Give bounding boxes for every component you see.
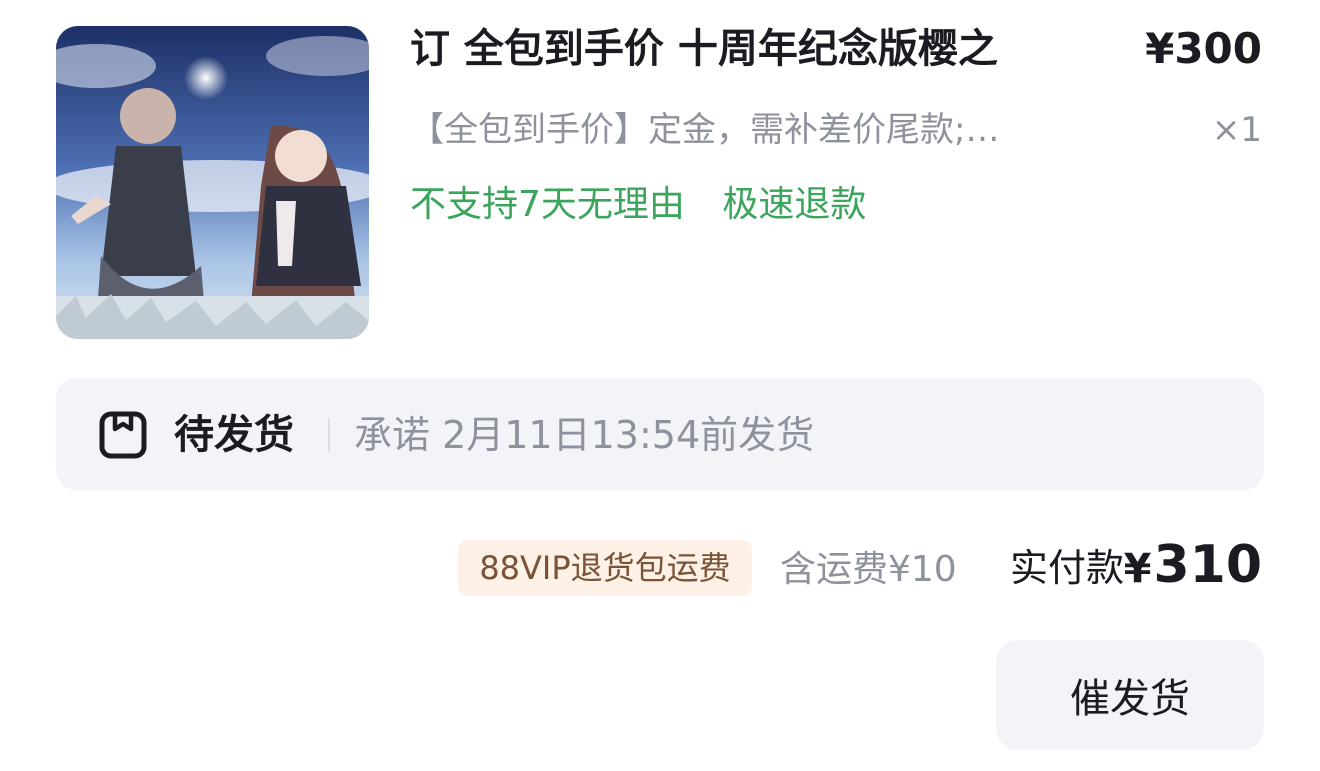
product-illustration — [56, 26, 369, 339]
service-tag-fast-refund: 极速退款 — [722, 184, 867, 225]
status-label: 待发货 — [174, 412, 294, 458]
product-title[interactable]: 订 全包到手价 十周年纪念版樱之 — [410, 22, 1100, 76]
shipping-promise: 承诺 2月11日13:54前发货 — [354, 413, 815, 457]
product-quantity: ×1 — [1211, 110, 1262, 150]
shipping-fee: 含运费¥10 — [780, 549, 957, 590]
paid-amount-value: 310 — [1153, 535, 1262, 595]
service-tag-no-7day-return: 不支持7天无理由 — [410, 184, 685, 225]
paid-amount: ¥310 — [1124, 530, 1262, 604]
order-card: 订 全包到手价 十周年纪念版樱之 ¥300 【全包到手价】定金，需补差价尾款;…… — [0, 0, 1320, 771]
urge-shipping-button[interactable]: 催发货 — [996, 640, 1264, 750]
product-sku[interactable]: 【全包到手价】定金，需补差价尾款;… — [410, 106, 1110, 154]
service-tags: 不支持7天无理由 极速退款 — [410, 180, 866, 230]
paid-label: 实付款 — [1010, 546, 1125, 590]
order-status-bar[interactable]: 待发货 承诺 2月11日13:54前发货 — [56, 378, 1264, 490]
status-divider — [328, 418, 330, 452]
vip-return-shipping-badge[interactable]: 88VIP退货包运费 — [458, 540, 752, 596]
package-icon — [99, 411, 147, 459]
currency-symbol: ¥ — [1123, 546, 1152, 592]
product-price: ¥300 — [1145, 24, 1262, 73]
product-thumbnail[interactable] — [56, 26, 369, 339]
